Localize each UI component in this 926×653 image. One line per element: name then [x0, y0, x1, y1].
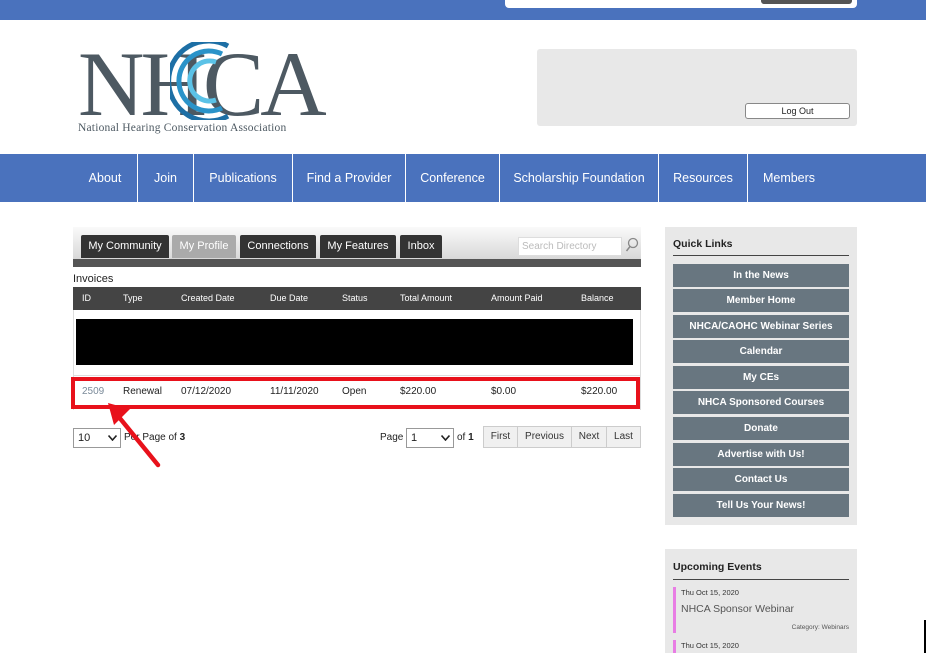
nhca-logo[interactable]: NHCA National Hearing Conservation Assoc… [78, 36, 327, 138]
page-label: Page [380, 432, 404, 443]
quick-link-contact-us[interactable]: Contact Us [673, 468, 849, 491]
column-header-due-date[interactable]: Due Date [270, 287, 308, 310]
nav-members[interactable]: Members [748, 154, 830, 202]
column-header-type[interactable]: Type [123, 287, 143, 310]
profile-tab-bar: My Community My Profile Connections My F… [73, 227, 641, 267]
nav-conference[interactable]: Conference [406, 154, 499, 202]
last-page-button[interactable]: Last [607, 427, 640, 447]
column-header-created-date[interactable]: Created Date [181, 287, 235, 310]
nav-about[interactable]: About [73, 154, 137, 202]
quick-link-member-home[interactable]: Member Home [673, 289, 849, 312]
quick-links-title: Quick Links [673, 238, 733, 250]
nav-resources[interactable]: Resources [659, 154, 747, 202]
column-header-balance[interactable]: Balance [581, 287, 614, 310]
redacted-block [76, 319, 633, 365]
logo-sound-waves-icon [170, 42, 230, 120]
page-value: 1 [411, 432, 418, 444]
quick-links-rule [673, 255, 849, 256]
logout-button[interactable]: Log Out [745, 103, 850, 119]
top-bar [0, 0, 926, 20]
annotation-arrow-icon [108, 403, 161, 468]
event-date: Thu Oct 15, 2020 [681, 588, 739, 597]
upcoming-events-title: Upcoming Events [673, 561, 762, 573]
main-nav: About Join Publications Find a Provider … [0, 154, 926, 202]
nav-join[interactable]: Join [138, 154, 193, 202]
event-category-bar [673, 587, 676, 633]
previous-page-button[interactable]: Previous [518, 427, 572, 447]
tab-my-community[interactable]: My Community [81, 235, 169, 258]
tab-my-profile[interactable]: My Profile [172, 235, 236, 258]
column-header-id[interactable]: ID [82, 287, 91, 310]
chevron-down-icon [441, 435, 450, 441]
per-page-value: 10 [78, 432, 91, 444]
column-header-amount-paid[interactable]: Amount Paid [491, 287, 543, 310]
quick-link-calendar[interactable]: Calendar [673, 340, 849, 363]
quick-links-panel: Quick Links In the News Member Home NHCA… [665, 227, 857, 525]
directory-search-input[interactable]: Search Directory [518, 237, 622, 256]
column-header-total-amount[interactable]: Total Amount [400, 287, 452, 310]
page-of-total: 1 [468, 432, 474, 443]
search-icon[interactable] [625, 237, 639, 253]
quick-link-webinar-series[interactable]: NHCA/CAOHC Webinar Series [673, 315, 849, 338]
quick-link-my-ces[interactable]: My CEs [673, 366, 849, 389]
row-divider [73, 375, 641, 376]
event-category: Category: Webinars [791, 624, 849, 631]
quick-link-in-the-news[interactable]: In the News [673, 264, 849, 287]
nav-publications[interactable]: Publications [194, 154, 292, 202]
event-title-link[interactable]: NHCA Sponsor Webinar [681, 603, 794, 615]
quick-link-tell-us-your-news[interactable]: Tell Us Your News! [673, 494, 849, 517]
tab-inbox[interactable]: Inbox [400, 235, 442, 258]
page-of-text: of [457, 432, 466, 443]
invoices-title: Invoices [73, 273, 114, 285]
logo-tagline: National Hearing Conservation Associatio… [78, 122, 287, 134]
page-of-label: of 1 [457, 432, 474, 443]
quick-link-sponsored-courses[interactable]: NHCA Sponsored Courses [673, 391, 849, 414]
tab-connections[interactable]: Connections [240, 235, 316, 258]
quick-link-donate[interactable]: Donate [673, 417, 849, 440]
pager-buttons: First Previous Next Last [483, 426, 641, 448]
first-page-button[interactable]: First [484, 427, 518, 447]
upcoming-events-panel: Upcoming Events Thu Oct 15, 2020 NHCA Sp… [665, 549, 857, 653]
nav-find-a-provider[interactable]: Find a Provider [293, 154, 405, 202]
tab-my-features[interactable]: My Features [320, 235, 396, 258]
invoice-table-header: ID Type Created Date Due Date Status Tot… [73, 287, 641, 310]
event-date: Thu Oct 15, 2020 [681, 641, 739, 650]
column-header-status[interactable]: Status [342, 287, 368, 310]
site-search-button[interactable] [761, 0, 852, 4]
next-page-button[interactable]: Next [572, 427, 607, 447]
event-category-bar [673, 640, 676, 653]
user-panel: Log Out [537, 49, 857, 126]
quick-link-advertise[interactable]: Advertise with Us! [673, 443, 849, 466]
nav-scholarship-foundation[interactable]: Scholarship Foundation [500, 154, 658, 202]
upcoming-events-rule [673, 579, 849, 580]
page-select[interactable]: 1 [406, 428, 454, 448]
per-page-total: 3 [179, 432, 186, 443]
